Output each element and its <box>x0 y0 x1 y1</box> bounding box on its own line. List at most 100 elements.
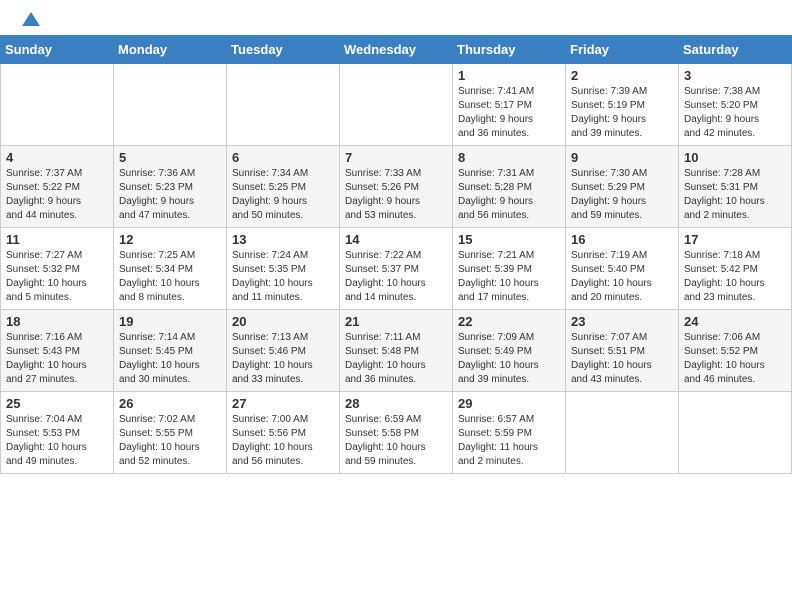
day-info: Sunrise: 7:31 AMSunset: 5:28 PMDaylight:… <box>458 167 560 223</box>
logo-bird-icon <box>22 10 40 28</box>
calendar-day-cell: 26 Sunrise: 7:02 AMSunset: 5:55 PMDayligh… <box>114 392 227 474</box>
day-number: 25 <box>6 396 108 411</box>
calendar-day-cell: 25 Sunrise: 7:04 AMSunset: 5:53 PMDayligh… <box>1 392 114 474</box>
day-number: 5 <box>119 150 221 165</box>
calendar-day-cell: 22Sunrise: 7:09 AMSunset: 5:49 PMDayligh… <box>453 310 566 392</box>
day-info: Sunrise: 7:21 AMSunset: 5:39 PMDaylight:… <box>458 249 560 305</box>
calendar-day-cell: 4 Sunrise: 7:37 AMSunset: 5:22 PMDaylight… <box>1 146 114 228</box>
calendar-week-row: 1 Sunrise: 7:41 AMSunset: 5:17 PMDaylight… <box>1 64 792 146</box>
day-info: Sunrise: 7:02 AMSunset: 5:55 PMDaylight:… <box>119 413 221 469</box>
day-info: Sunrise: 7:38 AMSunset: 5:20 PMDaylight:… <box>684 85 786 141</box>
day-number: 23 <box>571 314 673 329</box>
day-info: Sunrise: 7:14 AMSunset: 5:45 PMDaylight:… <box>119 331 221 387</box>
calendar-day-cell: 27Sunrise: 7:00 AMSunset: 5:56 PMDayligh… <box>227 392 340 474</box>
calendar-day-cell: 24 Sunrise: 7:06 AMSunset: 5:52 PMDayligh… <box>679 310 792 392</box>
day-info: Sunrise: 7:19 AMSunset: 5:40 PMDaylight:… <box>571 249 673 305</box>
calendar-week-row: 4 Sunrise: 7:37 AMSunset: 5:22 PMDaylight… <box>1 146 792 228</box>
day-info: Sunrise: 7:25 AMSunset: 5:34 PMDaylight:… <box>119 249 221 305</box>
calendar-day-cell: 17 Sunrise: 7:18 AMSunset: 5:42 PMDayligh… <box>679 228 792 310</box>
day-info: Sunrise: 7:34 AMSunset: 5:25 PMDaylight:… <box>232 167 334 223</box>
calendar-day-cell: 28Sunrise: 6:59 AMSunset: 5:58 PMDayligh… <box>340 392 453 474</box>
day-info: Sunrise: 7:11 AMSunset: 5:48 PMDaylight:… <box>345 331 447 387</box>
calendar-day-cell: 21 Sunrise: 7:11 AMSunset: 5:48 PMDayligh… <box>340 310 453 392</box>
day-info: Sunrise: 7:18 AMSunset: 5:42 PMDaylight:… <box>684 249 786 305</box>
calendar-header-day: Thursday <box>453 36 566 64</box>
day-info: Sunrise: 7:41 AMSunset: 5:17 PMDaylight:… <box>458 85 560 141</box>
page-header <box>0 0 792 35</box>
calendar-day-cell: 18 Sunrise: 7:16 AMSunset: 5:43 PMDayligh… <box>1 310 114 392</box>
day-number: 26 <box>119 396 221 411</box>
day-number: 12 <box>119 232 221 247</box>
calendar-header-day: Sunday <box>1 36 114 64</box>
logo <box>20 10 40 30</box>
day-info: Sunrise: 7:13 AMSunset: 5:46 PMDaylight:… <box>232 331 334 387</box>
calendar-day-cell: 13 Sunrise: 7:24 AMSunset: 5:35 PMDayligh… <box>227 228 340 310</box>
calendar-day-cell <box>114 64 227 146</box>
day-number: 15 <box>458 232 560 247</box>
day-info: Sunrise: 7:37 AMSunset: 5:22 PMDaylight:… <box>6 167 108 223</box>
calendar-day-cell: 1 Sunrise: 7:41 AMSunset: 5:17 PMDaylight… <box>453 64 566 146</box>
day-number: 22 <box>458 314 560 329</box>
day-number: 2 <box>571 68 673 83</box>
calendar-day-cell: 9Sunrise: 7:30 AMSunset: 5:29 PMDaylight… <box>566 146 679 228</box>
day-number: 24 <box>684 314 786 329</box>
calendar-day-cell: 23Sunrise: 7:07 AMSunset: 5:51 PMDayligh… <box>566 310 679 392</box>
day-info: Sunrise: 7:16 AMSunset: 5:43 PMDaylight:… <box>6 331 108 387</box>
day-number: 13 <box>232 232 334 247</box>
day-number: 10 <box>684 150 786 165</box>
day-number: 28 <box>345 396 447 411</box>
calendar-day-cell: 8Sunrise: 7:31 AMSunset: 5:28 PMDaylight… <box>453 146 566 228</box>
day-number: 29 <box>458 396 560 411</box>
day-info: Sunrise: 7:33 AMSunset: 5:26 PMDaylight:… <box>345 167 447 223</box>
day-number: 3 <box>684 68 786 83</box>
calendar-day-cell: 5 Sunrise: 7:36 AMSunset: 5:23 PMDaylight… <box>114 146 227 228</box>
day-info: Sunrise: 7:00 AMSunset: 5:56 PMDaylight:… <box>232 413 334 469</box>
day-number: 21 <box>345 314 447 329</box>
day-number: 11 <box>6 232 108 247</box>
calendar-day-cell <box>566 392 679 474</box>
day-info: Sunrise: 7:24 AMSunset: 5:35 PMDaylight:… <box>232 249 334 305</box>
calendar-header-day: Saturday <box>679 36 792 64</box>
calendar-week-row: 11 Sunrise: 7:27 AMSunset: 5:32 PMDayligh… <box>1 228 792 310</box>
calendar-day-cell: 2 Sunrise: 7:39 AMSunset: 5:19 PMDaylight… <box>566 64 679 146</box>
calendar-week-row: 25 Sunrise: 7:04 AMSunset: 5:53 PMDayligh… <box>1 392 792 474</box>
calendar-day-cell <box>1 64 114 146</box>
day-number: 17 <box>684 232 786 247</box>
calendar-day-cell <box>340 64 453 146</box>
calendar-day-cell: 12 Sunrise: 7:25 AMSunset: 5:34 PMDayligh… <box>114 228 227 310</box>
calendar-day-cell: 3 Sunrise: 7:38 AMSunset: 5:20 PMDaylight… <box>679 64 792 146</box>
day-info: Sunrise: 7:06 AMSunset: 5:52 PMDaylight:… <box>684 331 786 387</box>
day-info: Sunrise: 7:28 AMSunset: 5:31 PMDaylight:… <box>684 167 786 223</box>
day-info: Sunrise: 6:57 AMSunset: 5:59 PMDaylight:… <box>458 413 560 469</box>
day-number: 19 <box>119 314 221 329</box>
day-number: 6 <box>232 150 334 165</box>
day-info: Sunrise: 7:27 AMSunset: 5:32 PMDaylight:… <box>6 249 108 305</box>
calendar-day-cell: 29 Sunrise: 6:57 AMSunset: 5:59 PMDayligh… <box>453 392 566 474</box>
calendar-day-cell: 6 Sunrise: 7:34 AMSunset: 5:25 PMDaylight… <box>227 146 340 228</box>
calendar-header-day: Friday <box>566 36 679 64</box>
calendar-day-cell: 11 Sunrise: 7:27 AMSunset: 5:32 PMDayligh… <box>1 228 114 310</box>
day-number: 1 <box>458 68 560 83</box>
day-number: 14 <box>345 232 447 247</box>
day-number: 7 <box>345 150 447 165</box>
day-info: Sunrise: 7:39 AMSunset: 5:19 PMDaylight:… <box>571 85 673 141</box>
calendar-day-cell: 16Sunrise: 7:19 AMSunset: 5:40 PMDayligh… <box>566 228 679 310</box>
day-number: 18 <box>6 314 108 329</box>
calendar-table: SundayMondayTuesdayWednesdayThursdayFrid… <box>0 35 792 474</box>
day-number: 4 <box>6 150 108 165</box>
calendar-header-day: Monday <box>114 36 227 64</box>
calendar-header-day: Wednesday <box>340 36 453 64</box>
calendar-header: SundayMondayTuesdayWednesdayThursdayFrid… <box>1 36 792 64</box>
calendar-day-cell: 19 Sunrise: 7:14 AMSunset: 5:45 PMDayligh… <box>114 310 227 392</box>
calendar-body: 1 Sunrise: 7:41 AMSunset: 5:17 PMDaylight… <box>1 64 792 474</box>
day-number: 9 <box>571 150 673 165</box>
day-info: Sunrise: 7:04 AMSunset: 5:53 PMDaylight:… <box>6 413 108 469</box>
calendar-day-cell <box>679 392 792 474</box>
calendar-day-cell: 7 Sunrise: 7:33 AMSunset: 5:26 PMDaylight… <box>340 146 453 228</box>
calendar-day-cell: 10 Sunrise: 7:28 AMSunset: 5:31 PMDayligh… <box>679 146 792 228</box>
calendar-day-cell <box>227 64 340 146</box>
calendar-day-cell: 14Sunrise: 7:22 AMSunset: 5:37 PMDayligh… <box>340 228 453 310</box>
day-info: Sunrise: 7:36 AMSunset: 5:23 PMDaylight:… <box>119 167 221 223</box>
calendar-day-cell: 15 Sunrise: 7:21 AMSunset: 5:39 PMDayligh… <box>453 228 566 310</box>
calendar-week-row: 18 Sunrise: 7:16 AMSunset: 5:43 PMDayligh… <box>1 310 792 392</box>
